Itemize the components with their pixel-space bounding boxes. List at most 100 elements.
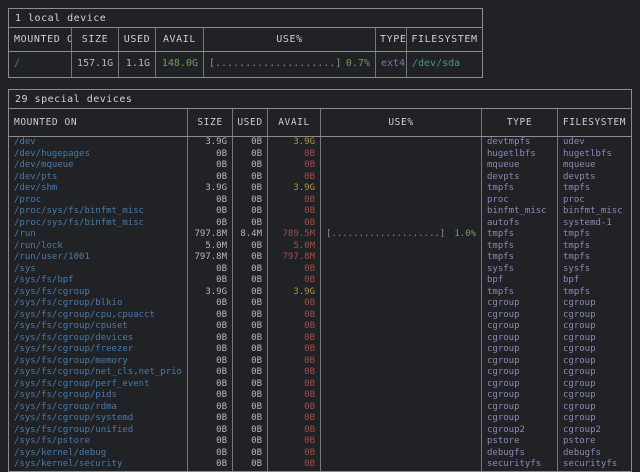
avail-cell: 0B	[268, 459, 321, 471]
avail-cell: 0B	[268, 356, 321, 368]
usage-bar-cell	[321, 344, 482, 356]
type-cell: sysfs	[482, 264, 558, 276]
usage-bar-cell	[321, 206, 482, 218]
usage-bar-cell	[321, 413, 482, 425]
filesystem-cell: tmpfs	[558, 241, 631, 253]
usage-bar: [....................]	[326, 230, 445, 240]
used-cell: 0B	[233, 137, 268, 149]
type-cell: proc	[482, 195, 558, 207]
mount-point-cell: /dev/mqueue	[9, 160, 188, 172]
avail-cell: 0B	[268, 367, 321, 379]
mount-point-cell: /run/user/1001	[9, 252, 188, 264]
type-cell: cgroup	[482, 298, 558, 310]
mount-point-cell: /sys/fs/cgroup	[9, 287, 188, 299]
mount-point-cell: /proc	[9, 195, 188, 207]
type-cell: cgroup	[482, 356, 558, 368]
table-row: /proc/sys/fs/binfmt_misc0B0B0Bautofssyst…	[9, 218, 631, 230]
filesystem-cell: sysfs	[558, 264, 631, 276]
used-cell: 0B	[233, 321, 268, 333]
local-devices-rows: /157.1G1.1G148.0G[....................]0…	[9, 52, 482, 77]
table-row: /sys/fs/cgroup/unified0B0B0Bcgroup2cgrou…	[9, 425, 631, 437]
type-cell: bpf	[482, 275, 558, 287]
size-cell: 0B	[188, 333, 233, 345]
type-cell: devpts	[482, 172, 558, 184]
size-cell: 0B	[188, 459, 233, 471]
local-devices-title: 1 local device	[9, 9, 482, 28]
mount-point-cell: /sys/fs/cgroup/pids	[9, 390, 188, 402]
used-cell: 0B	[233, 287, 268, 299]
filesystem-cell: tmpfs	[558, 252, 631, 264]
used-cell: 0B	[233, 172, 268, 184]
avail-cell: 0B	[268, 436, 321, 448]
special-devices-title: 29 special devices	[9, 90, 631, 109]
type-cell: cgroup	[482, 413, 558, 425]
used-cell: 0B	[233, 367, 268, 379]
header-filesystem: FILESYSTEM	[558, 109, 631, 136]
type-cell: cgroup	[482, 310, 558, 322]
table-row: /sys/fs/cgroup/cpu,cpuacct0B0B0Bcgroupcg…	[9, 310, 631, 322]
used-cell: 0B	[233, 356, 268, 368]
size-cell: 0B	[188, 413, 233, 425]
avail-cell: 0B	[268, 206, 321, 218]
avail-cell: 0B	[268, 275, 321, 287]
filesystem-cell: cgroup	[558, 333, 631, 345]
mount-point-cell: /sys	[9, 264, 188, 276]
usage-bar-cell	[321, 160, 482, 172]
mount-point-cell: /sys/fs/cgroup/net_cls,net_prio	[9, 367, 188, 379]
filesystem-cell: cgroup	[558, 344, 631, 356]
table-row: /sys/fs/bpf0B0B0Bbpfbpf	[9, 275, 631, 287]
table-row: /sys/fs/cgroup/cpuset0B0B0Bcgroupcgroup	[9, 321, 631, 333]
size-cell: 0B	[188, 310, 233, 322]
header-mounted-on: MOUNTED ON	[9, 28, 72, 51]
size-cell: 3.9G	[188, 287, 233, 299]
usage-bar-cell	[321, 367, 482, 379]
local-devices-header-row: MOUNTED ON SIZE USED AVAIL USE% TYPE FIL…	[9, 28, 482, 52]
usage-percent: 0.7%	[342, 59, 370, 69]
mount-point-cell: /sys/kernel/debug	[9, 448, 188, 460]
usage-bar-cell: [....................]0.7%	[204, 52, 376, 77]
filesystem-cell: cgroup	[558, 413, 631, 425]
mount-point-cell: /sys/fs/cgroup/perf_event	[9, 379, 188, 391]
filesystem-cell: cgroup	[558, 402, 631, 414]
type-cell: tmpfs	[482, 252, 558, 264]
usage-bar-cell	[321, 321, 482, 333]
table-row: /dev/mqueue0B0B0Bmqueuemqueue	[9, 160, 631, 172]
filesystem-cell: tmpfs	[558, 287, 631, 299]
filesystem-cell: proc	[558, 195, 631, 207]
used-cell: 0B	[233, 298, 268, 310]
used-cell: 0B	[233, 241, 268, 253]
size-cell: 0B	[188, 264, 233, 276]
avail-cell: 5.0M	[268, 241, 321, 253]
filesystem-cell: mqueue	[558, 160, 631, 172]
used-cell: 1.1G	[119, 52, 156, 77]
avail-cell: 0B	[268, 448, 321, 460]
table-row: /proc0B0B0Bprocproc	[9, 195, 631, 207]
type-cell: cgroup	[482, 390, 558, 402]
type-cell: pstore	[482, 436, 558, 448]
usage-bar-cell	[321, 287, 482, 299]
table-row: /157.1G1.1G148.0G[....................]0…	[9, 52, 482, 77]
type-cell: cgroup	[482, 321, 558, 333]
usage-bar-cell	[321, 149, 482, 161]
filesystem-cell: cgroup	[558, 379, 631, 391]
type-cell: ext4	[376, 52, 407, 77]
usage-bar-cell	[321, 275, 482, 287]
table-row: /run/lock5.0M0B5.0Mtmpfstmpfs	[9, 241, 631, 253]
filesystem-cell: hugetlbfs	[558, 149, 631, 161]
used-cell: 0B	[233, 252, 268, 264]
mount-point-cell: /proc/sys/fs/binfmt_misc	[9, 218, 188, 230]
avail-cell: 0B	[268, 425, 321, 437]
avail-cell: 3.9G	[268, 183, 321, 195]
type-cell: mqueue	[482, 160, 558, 172]
mount-point-cell: /sys/fs/cgroup/freezer	[9, 344, 188, 356]
table-row: /sys/fs/cgroup/systemd0B0B0Bcgroupcgroup	[9, 413, 631, 425]
avail-cell: 0B	[268, 333, 321, 345]
special-devices-rows: /dev3.9G0B3.9Gdevtmpfsudev/dev/hugepages…	[9, 137, 631, 471]
usage-bar-cell	[321, 310, 482, 322]
usage-bar-cell	[321, 241, 482, 253]
mount-point-cell: /sys/fs/cgroup/cpuset	[9, 321, 188, 333]
table-row: /sys/fs/cgroup/memory0B0B0Bcgroupcgroup	[9, 356, 631, 368]
avail-cell: 797.8M	[268, 252, 321, 264]
size-cell: 3.9G	[188, 183, 233, 195]
avail-cell: 0B	[268, 160, 321, 172]
